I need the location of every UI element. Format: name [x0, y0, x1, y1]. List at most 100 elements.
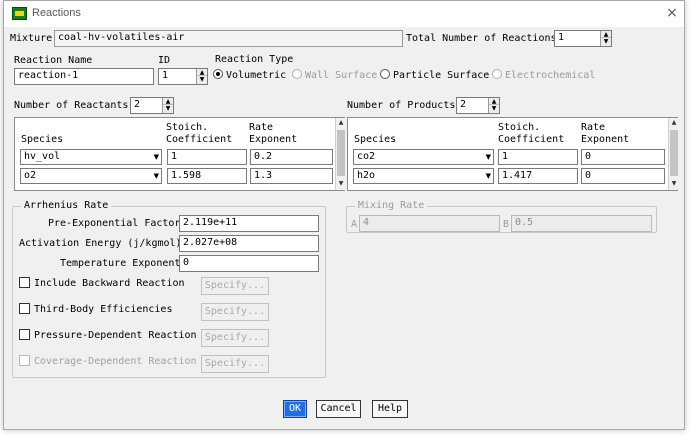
- reaction-name-input[interactable]: reaction-1: [14, 68, 154, 85]
- close-icon[interactable]: ×: [664, 5, 680, 21]
- checkbox-icon: [19, 355, 30, 366]
- product-stoich-input[interactable]: 1: [498, 149, 578, 165]
- products-stoich-header: Stoich.: [498, 122, 541, 133]
- radio-volumetric-label: Volumetric: [226, 70, 287, 81]
- reaction-name-label: Reaction Name: [14, 55, 93, 66]
- ok-button[interactable]: OK: [283, 400, 307, 418]
- include-backward-reaction-checkbox[interactable]: Include Backward Reaction: [19, 277, 185, 289]
- num-reactants-value: 2: [134, 99, 141, 110]
- radio-dot-icon: [292, 69, 302, 79]
- reactant-species-value: hv_vol: [24, 151, 61, 162]
- reactant-species-select[interactable]: hv_vol ▼: [20, 149, 162, 165]
- reactant-stoich-input[interactable]: 1: [167, 149, 247, 165]
- products-species-header: Species: [354, 134, 397, 145]
- products-rate-header: Rate: [581, 122, 606, 133]
- arrhenius-rate-title: Arrhenius Rate: [21, 200, 112, 211]
- num-products-spinner[interactable]: 2 ▲ ▼: [456, 97, 500, 114]
- fluent-app-icon: [12, 7, 27, 20]
- reactants-stoich-header: Stoich.: [166, 122, 209, 133]
- mixture-field: coal-hv-volatiles-air: [54, 30, 403, 47]
- radio-particle-surface[interactable]: Particle Surface: [380, 69, 489, 81]
- radio-dot-icon: [380, 69, 390, 79]
- include-backward-reaction-label: Include Backward Reaction: [34, 278, 185, 289]
- scroll-down-icon[interactable]: ▼: [336, 180, 346, 187]
- coverage-dependent-reaction-checkbox[interactable]: Coverage-Dependent Reaction: [19, 355, 197, 367]
- products-table: Species Stoich. Coefficient Rate Exponen…: [347, 117, 678, 191]
- reactant-stoich-input[interactable]: 1.598: [167, 168, 247, 184]
- reactants-table: Species Stoich. Coefficient Rate Exponen…: [14, 117, 345, 191]
- activation-energy-input[interactable]: 2.027e+08: [179, 235, 319, 252]
- spin-arrows-icon[interactable]: ▲ ▼: [488, 98, 499, 113]
- pre-exp-factor-input[interactable]: 2.119e+11: [179, 215, 319, 232]
- pressure-specify-button[interactable]: Specify...: [201, 329, 269, 347]
- chevron-down-icon: ▼: [153, 153, 159, 161]
- products-coefficient-header: Coefficient: [498, 134, 565, 145]
- coverage-dependent-reaction-label: Coverage-Dependent Reaction: [34, 356, 197, 367]
- reactant-rate-input[interactable]: 1.3: [250, 168, 333, 184]
- radio-electrochemical-label: Electrochemical: [505, 70, 596, 81]
- chevron-down-icon: ▼: [485, 172, 491, 180]
- radio-particle-surface-label: Particle Surface: [393, 70, 490, 81]
- spin-arrows-icon[interactable]: ▲ ▼: [162, 98, 173, 113]
- reaction-id-spinner[interactable]: 1 ▲ ▼: [158, 68, 208, 85]
- reactants-coefficient-header: Coefficient: [166, 134, 233, 145]
- temperature-exponent-input[interactable]: 0: [179, 255, 319, 272]
- radio-electrochemical[interactable]: Electrochemical: [492, 69, 595, 81]
- num-products-label: Number of Products: [347, 100, 456, 111]
- checkbox-icon: [19, 329, 30, 340]
- num-products-value: 2: [460, 99, 467, 110]
- backward-specify-button[interactable]: Specify...: [201, 277, 269, 295]
- temperature-exponent-label: Temperature Exponent: [60, 258, 181, 269]
- pressure-dependent-reaction-label: Pressure-Dependent Reaction: [34, 330, 197, 341]
- scroll-thumb[interactable]: [337, 130, 345, 176]
- spin-arrows-icon[interactable]: ▲ ▼: [600, 31, 611, 46]
- cancel-button[interactable]: Cancel: [316, 400, 361, 418]
- help-button[interactable]: Help: [372, 400, 408, 418]
- mixing-rate-b-input[interactable]: 0.5: [511, 215, 652, 232]
- num-reactants-spinner[interactable]: 2 ▲ ▼: [130, 97, 174, 114]
- reaction-id-value: 1: [162, 70, 169, 81]
- products-exponent-header: Exponent: [581, 134, 630, 145]
- scroll-down-icon[interactable]: ▼: [669, 180, 679, 187]
- reactions-dialog: Reactions × Mixture coal-hv-volatiles-ai…: [3, 0, 685, 430]
- title-bar: Reactions ×: [4, 1, 684, 27]
- background-window-right: [685, 0, 690, 437]
- scroll-up-icon[interactable]: ▲: [669, 119, 679, 126]
- background-window-bottom: [0, 430, 690, 437]
- mixing-rate-a-input[interactable]: 4: [359, 215, 500, 232]
- radio-dot-icon: [492, 69, 502, 79]
- reactants-scrollbar[interactable]: ▲ ▼: [335, 118, 345, 190]
- num-reactants-label: Number of Reactants: [14, 100, 129, 111]
- reactant-rate-input[interactable]: 0.2: [250, 149, 333, 165]
- product-rate-input[interactable]: 0: [581, 168, 665, 184]
- spin-arrows-icon[interactable]: ▲ ▼: [196, 69, 207, 84]
- product-stoich-input[interactable]: 1.417: [498, 168, 578, 184]
- scroll-thumb[interactable]: [670, 130, 678, 176]
- reactants-rate-header: Rate: [249, 122, 274, 133]
- scroll-up-icon[interactable]: ▲: [336, 119, 346, 126]
- pre-exp-factor-label: Pre-Exponential Factor: [48, 218, 181, 229]
- third-body-efficiencies-label: Third-Body Efficiencies: [34, 304, 173, 315]
- third-body-efficiencies-checkbox[interactable]: Third-Body Efficiencies: [19, 303, 172, 315]
- coverage-specify-button[interactable]: Specify...: [201, 355, 269, 373]
- radio-volumetric[interactable]: Volumetric: [213, 69, 286, 81]
- third-body-specify-button[interactable]: Specify...: [201, 303, 269, 321]
- mixing-rate-b-label: B: [503, 219, 510, 230]
- total-reactions-spinner[interactable]: 1 ▲ ▼: [554, 30, 612, 47]
- reactants-species-header: Species: [21, 134, 64, 145]
- radio-wall-surface-label: Wall Surface: [305, 70, 378, 81]
- window-title: Reactions: [32, 7, 81, 19]
- radio-dot-icon: [213, 69, 223, 79]
- product-species-select[interactable]: h2o ▼: [353, 168, 494, 184]
- radio-wall-surface[interactable]: Wall Surface: [292, 69, 377, 81]
- products-scrollbar[interactable]: ▲ ▼: [668, 118, 678, 190]
- reactants-exponent-header: Exponent: [249, 134, 298, 145]
- total-reactions-value: 1: [558, 32, 565, 43]
- activation-energy-label: Activation Energy (j/kgmol): [19, 238, 182, 249]
- product-rate-input[interactable]: 0: [581, 149, 665, 165]
- mixture-label: Mixture: [10, 33, 53, 44]
- product-species-select[interactable]: co2 ▼: [353, 149, 494, 165]
- reactant-species-select[interactable]: o2 ▼: [20, 168, 162, 184]
- pressure-dependent-reaction-checkbox[interactable]: Pressure-Dependent Reaction: [19, 329, 197, 341]
- chevron-down-icon: ▼: [485, 153, 491, 161]
